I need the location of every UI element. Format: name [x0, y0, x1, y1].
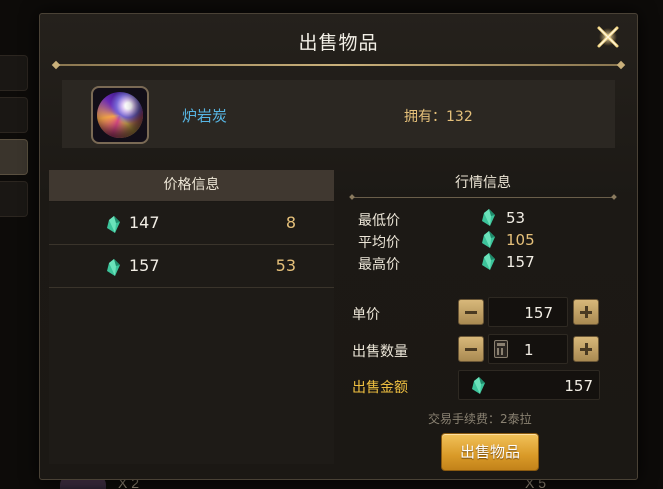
total-amount-display: 157: [458, 370, 600, 400]
market-row-label: 最高价: [358, 257, 400, 273]
listing-price: 157: [129, 256, 160, 275]
item-name: 炉岩炭: [182, 107, 228, 125]
market-row-label: 最低价: [358, 213, 400, 229]
quantity-value: 1: [524, 341, 534, 359]
price-list-row[interactable]: 157 53: [49, 245, 334, 288]
unit-price-input[interactable]: 157: [488, 297, 568, 327]
gem-icon: [106, 215, 121, 234]
owned-label: 拥有：: [404, 109, 446, 125]
background-tab-selected: [0, 139, 28, 175]
market-info-header: 行情信息: [455, 175, 511, 191]
price-info-list: 147 8 157 53: [49, 202, 334, 464]
market-max-price-row: 最高价 157: [358, 252, 608, 274]
background-tab: [0, 181, 28, 217]
gem-icon: [471, 376, 486, 395]
price-info-header: 价格信息: [49, 170, 334, 201]
title-divider: [55, 64, 622, 66]
gem-icon: [481, 252, 496, 271]
background-tab: [0, 55, 28, 91]
close-button[interactable]: [593, 22, 623, 52]
market-row-label: 平均价: [358, 235, 400, 251]
market-row-value: 53: [506, 209, 526, 227]
market-info-divider: [350, 197, 616, 198]
unit-price-increase-button[interactable]: [573, 299, 599, 325]
market-avg-price-row: 平均价 105: [358, 230, 608, 252]
owned-count: 132: [446, 109, 473, 125]
market-row-value: 157: [506, 253, 535, 271]
background-tab-strip: [0, 55, 30, 223]
total-amount-label: 出售金额: [352, 380, 408, 396]
background-tab: [0, 97, 28, 133]
total-amount-value: 157: [564, 377, 593, 395]
quantity-increase-button[interactable]: [573, 336, 599, 362]
orb-icon: [97, 92, 143, 138]
listing-price: 147: [129, 213, 160, 232]
transaction-fee-text: 交易手续费：2泰拉: [428, 412, 532, 426]
gem-icon: [481, 208, 496, 227]
gem-icon: [106, 258, 121, 277]
dialog-title: 出售物品: [298, 32, 379, 54]
unit-price-value: 157: [524, 304, 553, 322]
unit-price-decrease-button[interactable]: [458, 299, 484, 325]
listing-quantity: 8: [285, 213, 296, 232]
sell-item-dialog: 出售物品 炉岩炭 拥有：132 价格信息 147 8 157 53 行情信息 最…: [39, 13, 638, 480]
item-icon: [91, 86, 149, 144]
owned-count-label: 拥有：132: [404, 106, 473, 126]
sell-item-button[interactable]: 出售物品: [441, 433, 539, 471]
close-icon: [597, 26, 619, 48]
quantity-decrease-button[interactable]: [458, 336, 484, 362]
unit-price-label: 单价: [352, 307, 380, 323]
quantity-label: 出售数量: [352, 344, 408, 360]
market-row-value: 105: [506, 231, 535, 249]
price-list-row[interactable]: 147 8: [49, 202, 334, 245]
calculator-icon[interactable]: [494, 340, 508, 358]
market-min-price-row: 最低价 53: [358, 208, 608, 230]
listing-quantity: 53: [275, 256, 296, 275]
gem-icon: [481, 230, 496, 249]
